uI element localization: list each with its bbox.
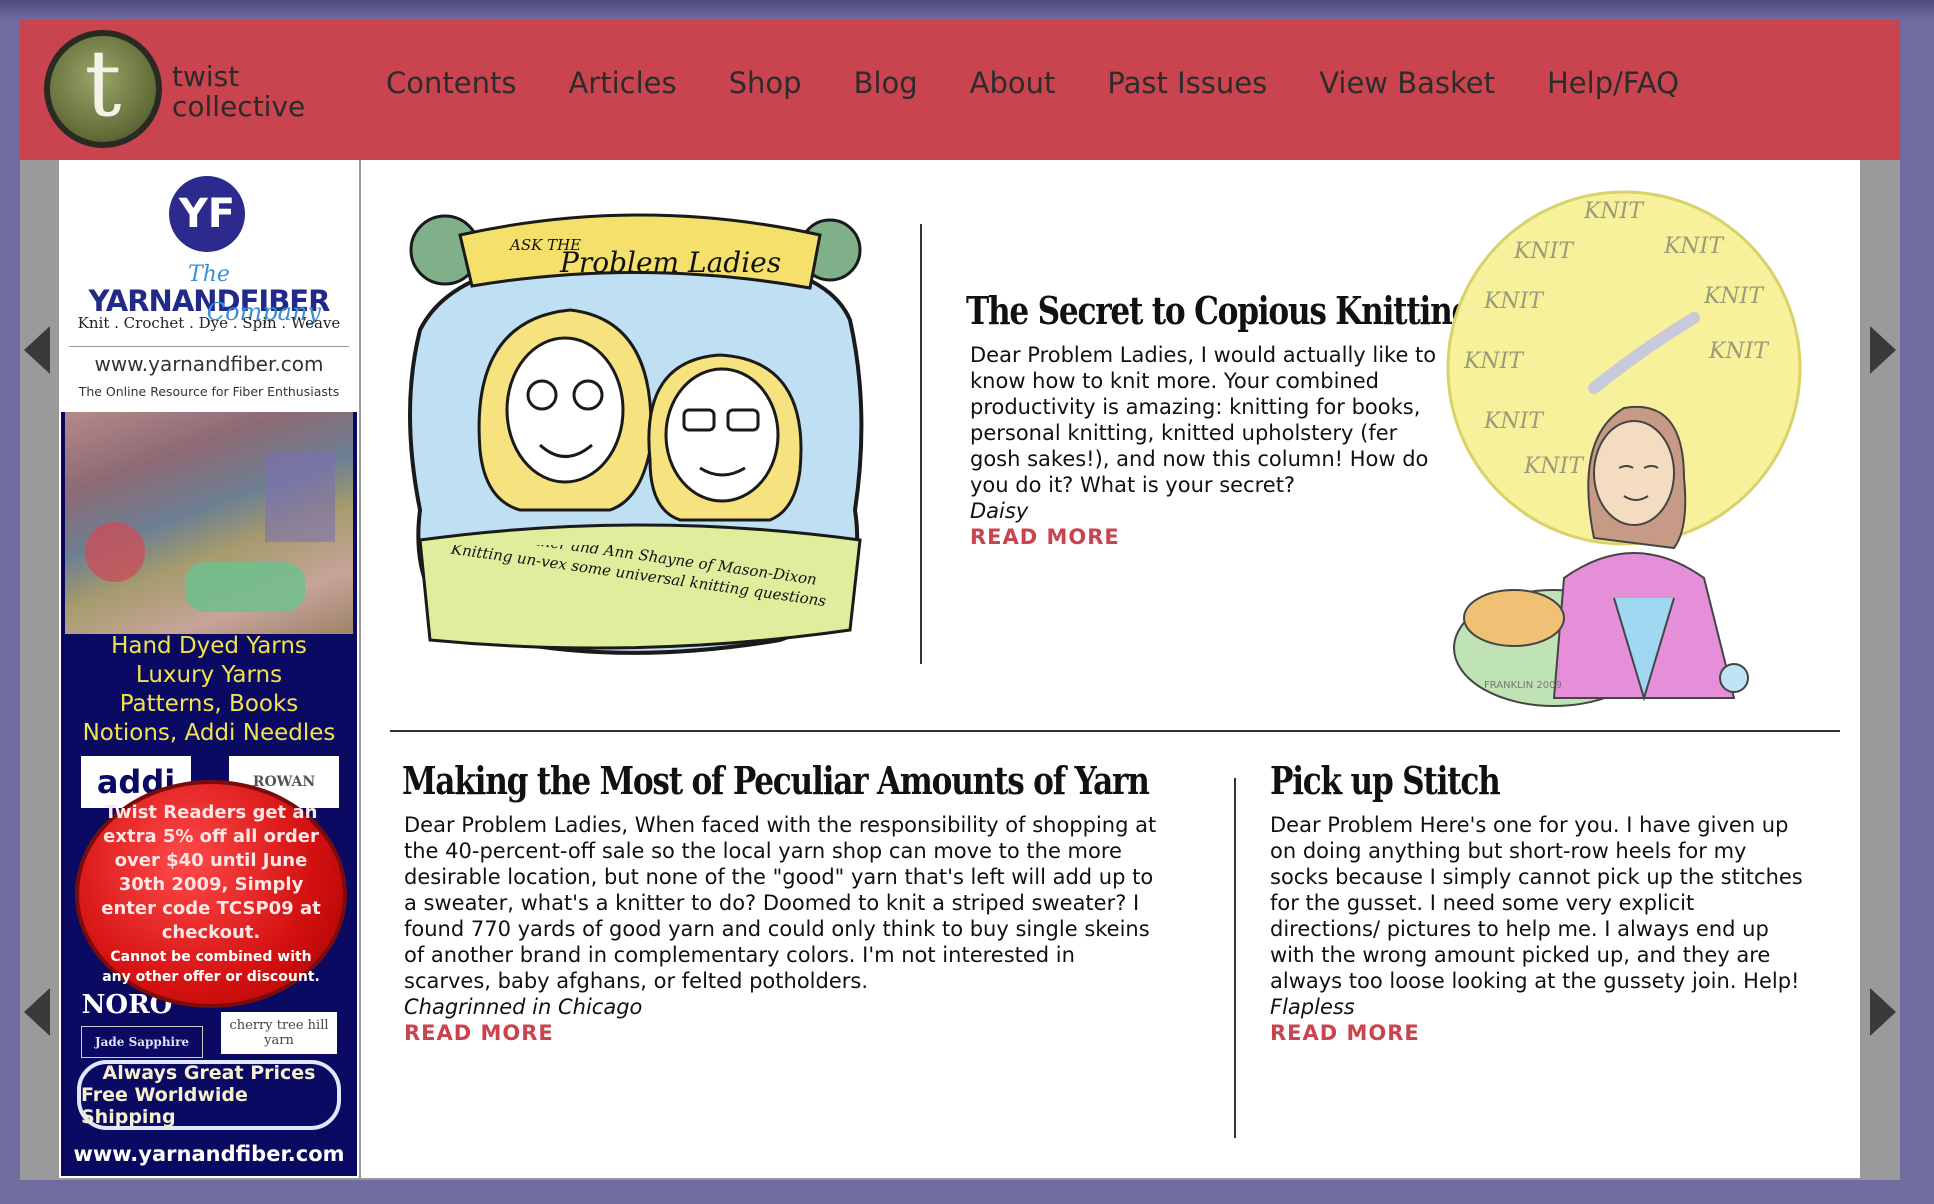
next-page-arrow-top-icon[interactable] (1870, 326, 1896, 374)
clock-word: KNIT (1483, 409, 1545, 434)
clock-word: KNIT (1663, 234, 1725, 259)
ad-url-bottom[interactable]: www.yarnandfiber.com (61, 1142, 357, 1166)
read-more-link[interactable]: READ MORE (970, 524, 1120, 550)
prev-page-arrow-bottom-icon[interactable] (24, 988, 50, 1036)
site-name-line1: twist (172, 60, 240, 93)
ad-badge-line2: Free Worldwide Shipping (81, 1084, 248, 1128)
article-copious-knitting: Dear Problem Ladies, I would actually li… (970, 342, 1450, 550)
clock-word: KNIT (1513, 239, 1575, 264)
divider-vertical-top (920, 224, 922, 664)
banner-title: Problem Ladies (559, 246, 781, 279)
article-peculiar-amounts: Dear Problem Ladies, When faced with the… (404, 812, 1164, 1046)
article-signature: Flapless (1270, 995, 1355, 1019)
ad-url-top[interactable]: www.yarnandfiber.com (61, 352, 357, 376)
clock-word: KNIT (1463, 349, 1525, 374)
knitting-woman-illustration: KNIT KNIT KNIT KNIT KNIT KNIT KNIT KNIT … (1446, 190, 1802, 707)
sidebar-ad[interactable]: YF The YARNANDFIBER Company Knit . Croch… (59, 160, 359, 1178)
nav-help-faq[interactable]: Help/FAQ (1547, 66, 1679, 106)
promo-text: Twist Readers get an extra 5% off all or… (101, 802, 321, 943)
prev-page-arrow-top-icon[interactable] (24, 326, 50, 374)
ad-feature: Luxury Yarns (135, 662, 283, 688)
divider-vertical-bottom (1234, 778, 1236, 1138)
clock-word: KNIT (1708, 339, 1770, 364)
illustration-caption: Kay Gardiner and Ann Shayne of Mason-Dix… (449, 545, 828, 611)
window-top-edge (0, 0, 1934, 20)
article-title-copious-knitting[interactable]: The Secret to Copious Knitting (966, 288, 1473, 333)
nav-contents[interactable]: Contents (386, 66, 516, 106)
artist-signature: FRANKLIN 2009 (1484, 680, 1562, 691)
nav-about[interactable]: About (970, 66, 1056, 106)
divider-horizontal (390, 730, 1840, 732)
article-signature: Chagrinned in Chicago (404, 995, 643, 1019)
ad-feature: Patterns, Books (119, 691, 299, 717)
article-body: Dear Problem Here's one for you. I have … (1270, 813, 1803, 993)
site-name[interactable]: twist collective (172, 62, 342, 122)
read-more-link[interactable]: READ MORE (1270, 1020, 1420, 1046)
ad-badge-line1: Always Great Prices (102, 1062, 316, 1084)
article-signature: Daisy (970, 499, 1029, 523)
nav-view-basket[interactable]: View Basket (1319, 66, 1495, 106)
nav-past-issues[interactable]: Past Issues (1107, 66, 1267, 106)
article-body: Dear Problem Ladies, When faced with the… (404, 813, 1157, 993)
ad-feature: Hand Dyed Yarns (111, 633, 307, 659)
ad-crafts: Knit . Crochet . Dye . Spin . Weave (77, 314, 341, 332)
logo-letter: t (84, 30, 122, 137)
promo-disclaimer: Cannot be combined with any other offer … (102, 949, 320, 985)
nav-blog[interactable]: Blog (854, 66, 918, 106)
brand-logo-cherry-tree: cherry tree hill yarn (221, 1012, 337, 1054)
ad-store-photo (65, 412, 353, 634)
clock-word: KNIT (1583, 199, 1645, 224)
clock-word: KNIT (1703, 284, 1765, 309)
ad-feature: Notions, Addi Needles (82, 720, 336, 746)
next-page-arrow-bottom-icon[interactable] (1870, 988, 1896, 1036)
ad-divider (69, 346, 349, 347)
ad-logo-icon: YF (169, 176, 245, 252)
ad-features: Hand Dyed Yarns Luxury Yarns Patterns, B… (61, 632, 357, 748)
article-title-pick-up-stitch[interactable]: Pick up Stitch (1270, 758, 1501, 803)
clock-word: KNIT (1483, 289, 1545, 314)
brand-logo-jade-sapphire: Jade Sapphire (81, 1026, 203, 1058)
read-more-link[interactable]: READ MORE (404, 1020, 554, 1046)
article-pick-up-stitch: Dear Problem Here's one for you. I have … (1270, 812, 1810, 1046)
nav-articles[interactable]: Articles (568, 66, 676, 106)
clock-word: KNIT (1523, 454, 1585, 479)
ad-tagline: The Online Resource for Fiber Enthusiast… (78, 384, 340, 399)
site-logo[interactable]: t (44, 30, 162, 148)
nav-shop[interactable]: Shop (729, 66, 802, 106)
main-nav: Contents Articles Shop Blog About Past I… (386, 66, 1731, 106)
article-title-peculiar-amounts[interactable]: Making the Most of Peculiar Amounts of Y… (402, 758, 1150, 803)
problem-ladies-illustration: ASK THE Problem Ladies Kay Gardiner and … (408, 213, 864, 655)
site-name-line2: collective (172, 90, 306, 123)
ad-shipping-badge: Always Great Prices Free Worldwide Shipp… (77, 1060, 341, 1130)
article-body: Dear Problem Ladies, I would actually li… (970, 343, 1437, 497)
promo-badge[interactable]: Twist Readers get an extra 5% off all or… (75, 780, 347, 1008)
